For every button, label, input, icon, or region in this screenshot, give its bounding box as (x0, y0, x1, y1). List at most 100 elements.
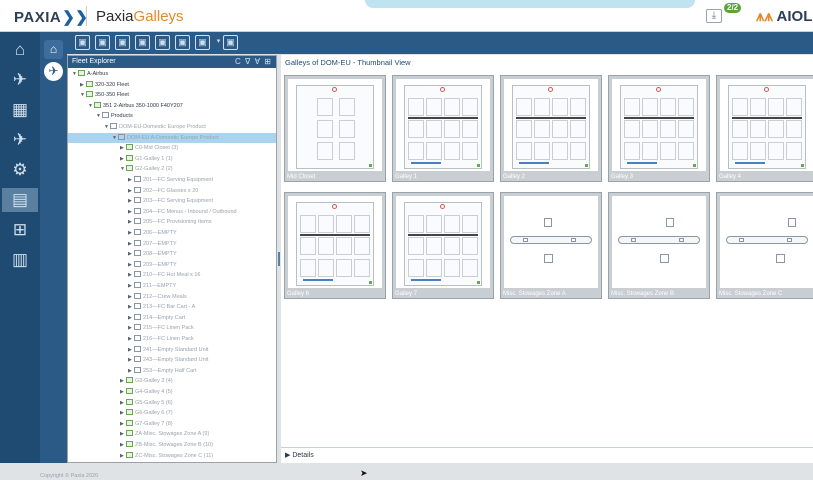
aircraft-side-icon[interactable]: ✈ (8, 68, 32, 92)
tree-node[interactable]: ▶ 209—EMPTY (68, 260, 276, 270)
galley-node-icon (126, 451, 133, 458)
tree-node[interactable]: ▼ A-Airbus (68, 69, 276, 79)
galley-card[interactable]: Galley 1 (392, 75, 494, 182)
tree-node[interactable]: ▶ 202—FC Glasses x 20 (68, 186, 276, 196)
tree-node[interactable]: ▶ 320-320 Fleet (68, 80, 276, 90)
galley-thumbnail[interactable] (288, 196, 382, 288)
galley-thumbnail[interactable] (396, 79, 490, 171)
tree-node[interactable]: ▶ G1-Galley 1 (1) (68, 154, 276, 164)
tree-node[interactable]: ▶ 214—Empty Cart (68, 313, 276, 323)
galley-card[interactable]: Misc. Stowages Zone B (608, 192, 710, 299)
tree-node[interactable]: ▶ ZB-Misc. Stowages Zone B (10) (68, 440, 276, 450)
notification-badge[interactable]: 2/2 (724, 3, 742, 13)
galley-card[interactable]: Misc. Stowages Zone C (716, 192, 813, 299)
galley-card[interactable]: Galley 7 (392, 192, 494, 299)
tree-node[interactable]: ▶ 205—FC Provisioning Items (68, 217, 276, 227)
galley-thumbnail[interactable] (504, 79, 598, 171)
galley-marker-icon (440, 87, 445, 92)
galley-thumbnail[interactable] (720, 196, 813, 288)
galley-insert-bar (411, 162, 441, 164)
galley-thumbnail[interactable] (612, 196, 706, 288)
details-bar[interactable]: ▶ Details (281, 447, 813, 463)
galley-insert-bar (411, 279, 441, 281)
tree-node[interactable]: ▶DOM-NA-Domestic North America Product (68, 461, 276, 462)
status-indicator (693, 164, 696, 167)
tree-node[interactable]: ▼ 350-350 Fleet (68, 90, 276, 100)
galley-report-icon[interactable]: ▣ (175, 35, 190, 50)
galley-card[interactable]: Galley 2 (500, 75, 602, 182)
tree-node[interactable]: ▶ G5-Galley 5 (6) (68, 398, 276, 408)
tree-node[interactable]: ▼ Products (68, 111, 276, 121)
tree-node[interactable]: ▶ C0-Mid Closet (3) (68, 143, 276, 153)
tree-node[interactable]: ▶ 215—FC Linen Pack (68, 323, 276, 333)
tree-node-label: 350-350 Fleet (95, 92, 129, 99)
galley-edit-icon[interactable]: ▣ (95, 35, 110, 50)
network-icon[interactable]: ⊞ (8, 218, 32, 242)
tree-node[interactable]: ▶ G7-Galley 7 (8) (68, 419, 276, 429)
explorer-tools[interactable]: C ∇ ∀ ⊞ (235, 56, 272, 68)
tree-node[interactable]: ▶ G3-Galley 3 (4) (68, 376, 276, 386)
tree-node[interactable]: ▶ ZA-Misc. Stowages Zone A (9) (68, 429, 276, 439)
home-icon[interactable]: ⌂ (8, 38, 32, 62)
tree-node[interactable]: ▶ 216—FC Linen Pack (68, 334, 276, 344)
galley-compartment (552, 142, 568, 160)
galley-thumbnail[interactable] (720, 79, 813, 171)
galley-thumbnail[interactable] (612, 79, 706, 171)
galley-compartment (750, 98, 766, 116)
galley-insert-bar (519, 162, 549, 164)
settings-icon[interactable]: ⚙ (8, 158, 32, 182)
galley-info-icon[interactable]: ▣ (223, 35, 238, 50)
tree-node[interactable]: ▶ 201—FC Serving Equipment (68, 175, 276, 185)
tree-node[interactable]: ▶ G6-Galley 6 (7) (68, 408, 276, 418)
galley-card[interactable]: Galley 3 (608, 75, 710, 182)
tree-node[interactable]: ▼ DOM-EU-Domestic Europe Product (68, 122, 276, 132)
tree-node[interactable]: ▶ 243—Empty Standard Unit (68, 355, 276, 365)
galley-icon[interactable]: ▤ (2, 188, 38, 212)
galley-export-icon[interactable]: ▣ (135, 35, 150, 50)
calendar-grid-icon[interactable]: ▦ (8, 98, 32, 122)
tree-node[interactable]: ▶ 207—EMPTY (68, 239, 276, 249)
sub-home-icon[interactable]: ⌂ (44, 40, 63, 59)
tree-node[interactable]: ▶ 213—FC Bar Cart - A (68, 302, 276, 312)
tree-node[interactable]: ▶ 210—FC Hot Meal x 16 (68, 270, 276, 280)
tree-node[interactable]: ▶ 206—EMPTY (68, 228, 276, 238)
splitter-grip[interactable] (278, 252, 280, 266)
galley-card[interactable]: Galley 6 (284, 192, 386, 299)
aircraft-top-icon[interactable]: ✈ (8, 128, 32, 152)
galley-compare-icon[interactable]: ▣ (115, 35, 130, 50)
galley-card[interactable]: Mid Closet (284, 75, 386, 182)
tree-node[interactable]: ▼ 351 2-Airbus 350-1000 F40Y207 (68, 101, 276, 111)
galley-compartment (317, 98, 333, 116)
document-icon (134, 260, 141, 267)
galley-thumbnail[interactable] (288, 79, 382, 171)
document-icon (102, 112, 109, 119)
tree-node-label: G7-Galley 7 (8) (135, 420, 173, 427)
tree-node[interactable]: ▶ 241—Empty Standard Unit (68, 345, 276, 355)
reports-icon[interactable]: ▥ (8, 248, 32, 272)
download-icon[interactable]: ⤓ (706, 9, 722, 23)
galley-view-icon[interactable]: ▣ (75, 35, 90, 50)
tree-node[interactable]: ▶ 208—EMPTY (68, 249, 276, 259)
tree-node[interactable]: ▶ 212—Crew Meals (68, 292, 276, 302)
tree-node[interactable]: ▶ 204—FC Menus - Inbound / Outbound (68, 207, 276, 217)
paxia-logo[interactable]: PAXIA❯❯ (14, 8, 88, 26)
galley-compartment (642, 120, 658, 138)
stowage-box (776, 254, 785, 263)
galley-compartment (732, 120, 748, 138)
tree-node[interactable]: ▼ DOM-EU A-Domestic Europe Product (68, 132, 276, 143)
galley-thumbnail[interactable] (396, 196, 490, 288)
galley-card[interactable]: Misc. Stowages Zone A (500, 192, 602, 299)
galley-card[interactable]: Galley 4 (716, 75, 813, 182)
aircraft-icon[interactable]: ✈ (44, 62, 63, 81)
tree-node[interactable]: ▶ 253—Empty Half Cart (68, 366, 276, 376)
tree-node[interactable]: ▶ 211—EMPTY (68, 281, 276, 291)
tree-node[interactable]: ▶ G4-Galley 4 (5) (68, 387, 276, 397)
tree-node-label: 210—FC Hot Meal x 16 (143, 272, 201, 279)
tree-node-label: 202—FC Glasses x 20 (143, 187, 199, 194)
tree-node[interactable]: ▶ ZC-Misc. Stowages Zone C (11) (68, 451, 276, 461)
tree-node[interactable]: ▼ G2-Galley 2 (2) (68, 164, 276, 174)
galley-import-icon[interactable]: ▣ (155, 35, 170, 50)
galley-print-icon[interactable]: ▣ (195, 35, 210, 50)
galley-thumbnail[interactable] (504, 196, 598, 288)
tree-node[interactable]: ▶ 203—FC Serving Equipment (68, 196, 276, 206)
